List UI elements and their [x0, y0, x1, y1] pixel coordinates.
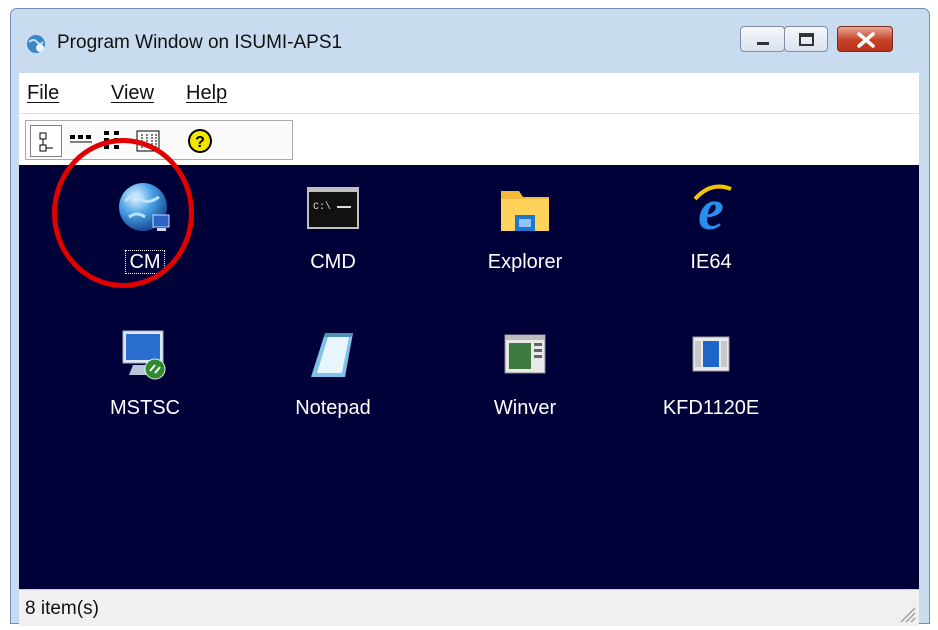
command-prompt-icon: C:\: [307, 187, 359, 229]
program-label-text: Notepad: [295, 397, 371, 419]
program-label: CMD: [253, 251, 413, 274]
large-icons-view-icon: [39, 132, 53, 152]
program-label: KFD1120E: [631, 397, 791, 420]
menu-help-label: Help: [186, 82, 228, 104]
program-label-text: Winver: [493, 397, 557, 419]
menu-view[interactable]: View: [111, 82, 154, 105]
program-item-winver[interactable]: Winver: [445, 325, 605, 435]
remote-desktop-icon: [122, 330, 166, 380]
program-label-text: KFD1120E: [662, 397, 760, 419]
menu-file[interactable]: File: [27, 82, 59, 105]
status-bar: 8 item(s): [19, 589, 919, 626]
program-item-explorer[interactable]: Explorer: [445, 179, 605, 289]
close-button[interactable]: [837, 26, 893, 52]
help-button[interactable]: ?: [184, 125, 216, 157]
program-item-cmd[interactable]: C:\ CMD: [253, 179, 413, 289]
program-item-ie64[interactable]: e IE64: [631, 179, 791, 289]
svg-text:?: ?: [195, 134, 205, 151]
maximize-button[interactable]: [784, 26, 828, 52]
minimize-button[interactable]: [740, 26, 785, 52]
svg-text:e: e: [698, 179, 724, 239]
svg-text:C:\: C:\: [313, 201, 331, 213]
close-icon: [857, 32, 875, 48]
program-window: Program Window on ISUMI-APS1 File View H…: [10, 8, 930, 626]
program-label: MSTSC: [65, 397, 225, 420]
notepad-icon: [311, 333, 353, 377]
item-count: 8 item(s): [25, 598, 99, 619]
highlight-circle: [52, 138, 194, 288]
internet-explorer-icon: e: [693, 179, 732, 239]
program-label: Winver: [445, 397, 605, 420]
kfd-window-icon: [692, 336, 730, 372]
program-label-text: MSTSC: [110, 397, 180, 419]
folder-explorer-icon: [501, 191, 549, 231]
program-item-kfd1120e[interactable]: KFD1120E: [631, 325, 791, 435]
title-bar[interactable]: Program Window on ISUMI-APS1: [11, 9, 929, 73]
program-label-text: IE64: [690, 251, 732, 273]
window-title: Program Window on ISUMI-APS1: [57, 32, 343, 53]
app-globe-icon: [27, 35, 45, 53]
menu-file-label: File: [27, 82, 60, 104]
large-icons-view-button[interactable]: [30, 125, 62, 157]
program-label: IE64: [631, 251, 791, 274]
menu-bar: File View Help: [19, 73, 919, 113]
program-label-text: CMD: [310, 251, 356, 273]
maximize-icon: [799, 33, 814, 46]
program-label-text: Explorer: [487, 251, 563, 273]
program-label: Notepad: [253, 397, 413, 420]
minimize-icon: [757, 42, 769, 45]
program-item-mstsc[interactable]: MSTSC: [65, 325, 225, 435]
winver-icon: [504, 334, 546, 374]
menu-view-label: View: [111, 82, 154, 104]
menu-help[interactable]: Help: [186, 82, 227, 105]
program-label: Explorer: [445, 251, 605, 274]
program-item-notepad[interactable]: Notepad: [253, 325, 413, 435]
help-icon: ?: [188, 129, 212, 153]
resize-grip-icon[interactable]: [895, 602, 917, 624]
